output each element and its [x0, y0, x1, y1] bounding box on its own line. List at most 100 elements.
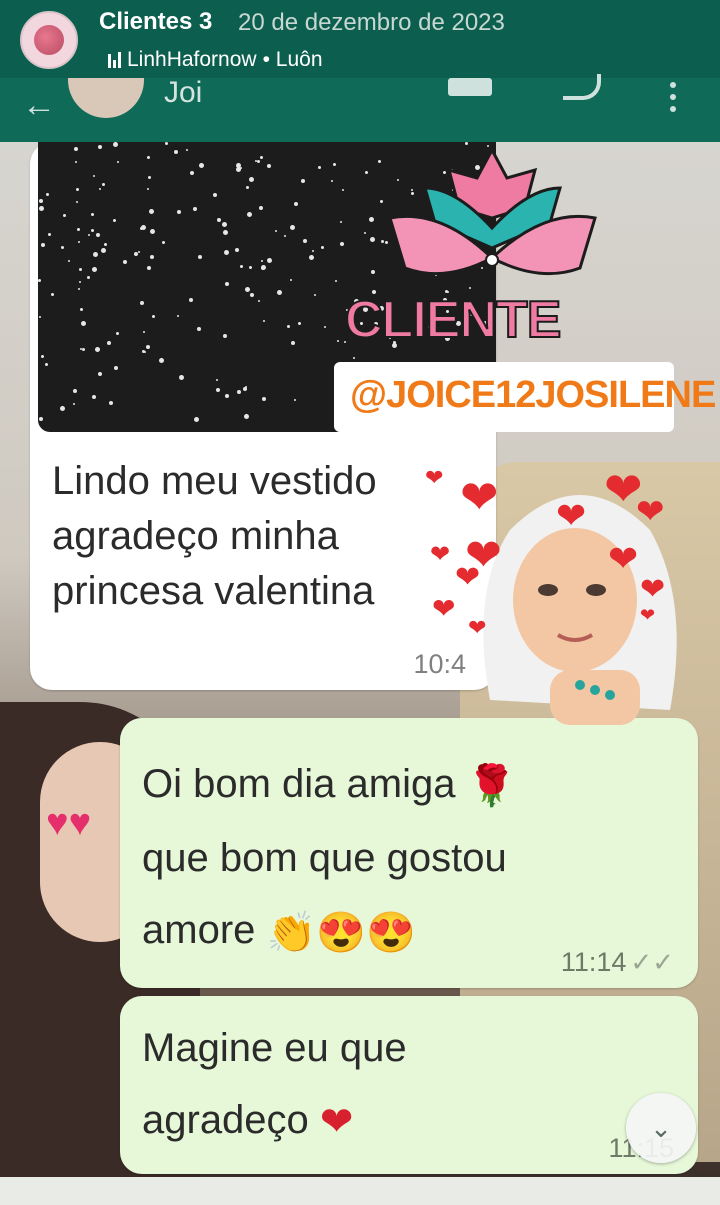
heart-sticker: ❤	[460, 471, 499, 523]
sparkle-dot	[465, 142, 468, 145]
sparkle-dot	[68, 260, 70, 262]
sparkle-dot	[217, 218, 221, 222]
heart-sunglasses: ♥♥	[46, 802, 92, 844]
message-line: Magine eu que	[142, 1026, 407, 1070]
back-arrow-icon[interactable]: ←	[22, 86, 56, 125]
sparkle-dot	[39, 316, 41, 318]
sticker-handle-box[interactable]: @JOICE12JOSILENE	[334, 362, 716, 432]
sparkle-dot	[41, 243, 45, 247]
sparkle-dot	[147, 266, 151, 270]
story-title: Clientes 3	[99, 8, 213, 35]
heart-sticker: ❤	[636, 493, 665, 531]
message-text: Lindo meu vestido agradeço minha princes…	[52, 459, 377, 613]
lingerie-logo	[388, 148, 597, 276]
contact-name: Joi	[164, 76, 203, 109]
sparkle-dot	[342, 189, 344, 191]
bottom-strip	[0, 1177, 720, 1205]
message-outgoing[interactable]: Magine eu que agradeço ❤ 11:15	[120, 996, 698, 1174]
sparkle-dot	[222, 222, 227, 227]
message-line: agradeço	[142, 1098, 309, 1142]
sparkle-dot	[92, 267, 97, 272]
sparkle-dot	[335, 280, 337, 282]
heart-sticker: ❤	[640, 573, 666, 606]
music-title: LinhHafornow	[127, 48, 257, 71]
sparkle-dot	[39, 199, 43, 203]
sparkle-dot	[74, 147, 78, 151]
message-text: Oi bom dia amiga 🌹 que bom que gostou am…	[142, 748, 682, 969]
sparkle-dot	[294, 202, 298, 206]
sparkle-dot	[92, 395, 96, 399]
sparkle-dot	[249, 177, 254, 182]
sparkle-dot	[39, 206, 44, 211]
sparkle-dot	[301, 179, 305, 183]
heart-sticker: ❤	[556, 495, 587, 536]
sparkle-dot	[369, 217, 374, 222]
sparkle-dot	[225, 394, 229, 398]
sparkle-dot	[331, 180, 333, 182]
sparkle-dot	[294, 399, 296, 401]
sparkle-dot	[223, 334, 227, 338]
scroll-down-icon[interactable]: ⌄	[626, 1093, 696, 1163]
sparkle-dot	[250, 293, 254, 297]
sparkle-dot	[284, 235, 286, 237]
sparkle-dot	[275, 230, 277, 232]
story-music[interactable]: LinhHafornow • Luôn	[108, 48, 323, 72]
sparkle-dot	[290, 225, 295, 230]
sparkle-dot	[245, 386, 247, 388]
sparkle-dot	[147, 156, 150, 159]
sparkle-dot	[337, 340, 339, 342]
sparkle-dot	[290, 279, 292, 281]
heart-sticker: ❤	[455, 561, 481, 594]
sparkle-dot	[240, 265, 243, 268]
sparkle-dot	[224, 250, 229, 255]
story-date: 20 de dezembro de 2023	[238, 9, 505, 36]
sparkle-dot	[277, 290, 282, 295]
music-suffix: • Luôn	[262, 48, 323, 71]
sparkle-dot	[263, 320, 265, 322]
sparkle-dot	[177, 315, 179, 317]
sparkle-dot	[39, 417, 43, 421]
sparkle-dot	[159, 358, 164, 363]
message-line: que bom que gostou	[142, 836, 507, 881]
sparkle-dot	[93, 252, 98, 257]
sparkle-dot	[312, 250, 314, 252]
sparkle-dot	[378, 160, 381, 163]
more-options-icon[interactable]	[670, 82, 676, 112]
sparkle-dot	[165, 142, 168, 145]
phone-call-icon[interactable]	[563, 74, 601, 100]
sparkle-dot	[81, 321, 86, 326]
sparkle-dot	[469, 287, 471, 289]
sparkle-dot	[88, 234, 90, 236]
sparkle-dot	[148, 176, 151, 179]
sparkle-dot	[93, 175, 95, 177]
sparkle-dot	[193, 207, 197, 211]
sparkle-dot	[216, 388, 220, 392]
message-time: 11:14 ✓✓	[560, 947, 674, 977]
sparkle-dot	[318, 166, 321, 169]
video-call-icon[interactable]	[448, 78, 492, 96]
heart-sticker: ❤	[432, 593, 456, 624]
sparkle-dot	[150, 255, 154, 259]
sparkle-dot	[113, 142, 118, 147]
sparkle-dot	[98, 145, 102, 149]
message-line: Oi bom dia amiga	[142, 762, 456, 806]
sparkle-dot	[41, 355, 44, 358]
sparkle-dot	[73, 389, 77, 393]
sparkle-dot	[246, 186, 249, 189]
sparkle-dot	[340, 242, 344, 246]
sparkle-dot	[79, 268, 82, 271]
red-heart-emoji: ❤	[319, 1100, 354, 1145]
heart-sticker: ❤	[468, 615, 487, 640]
contact-avatar[interactable]	[68, 78, 144, 118]
sparkle-dot	[78, 288, 80, 290]
sparkle-dot	[380, 200, 383, 203]
music-bars-icon	[108, 52, 121, 68]
sparkle-dot	[237, 390, 241, 394]
story-avatar[interactable]	[20, 11, 78, 69]
heart-sticker: ❤	[640, 605, 656, 625]
sparkle-dot	[365, 171, 368, 174]
message-line: amore	[142, 908, 256, 953]
sparkle-dot	[364, 232, 366, 234]
sparkle-dot	[213, 193, 217, 197]
message-outgoing[interactable]: Oi bom dia amiga 🌹 que bom que gostou am…	[120, 718, 698, 988]
